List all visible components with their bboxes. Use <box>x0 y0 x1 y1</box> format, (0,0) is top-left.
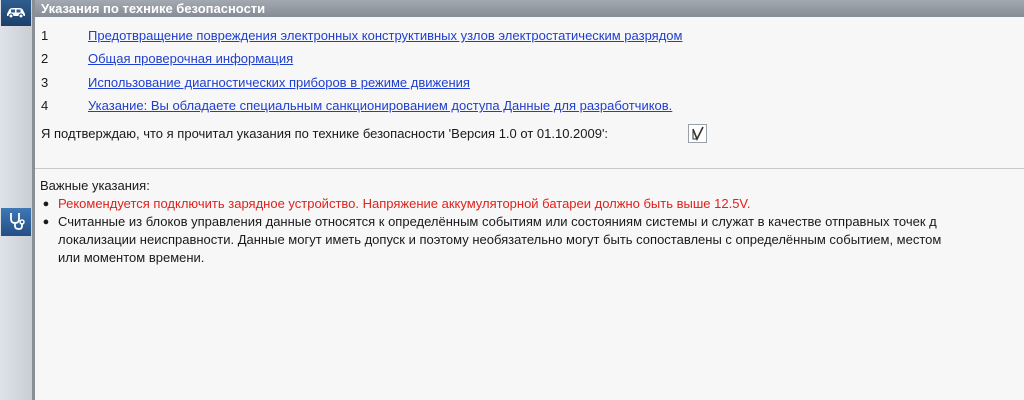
vehicle-button[interactable] <box>1 0 31 26</box>
confirm-checkbox[interactable] <box>688 124 707 143</box>
notes-title: Важные указания: <box>40 178 150 193</box>
confirmation-text: Я подтверждаю, что я прочитал указания п… <box>41 126 609 141</box>
check-mark-icon <box>689 126 706 145</box>
safety-link-developer-access[interactable]: Указание: Вы обладаете специальным санкц… <box>88 97 672 115</box>
safety-link-general-check[interactable]: Общая проверочная информация <box>88 50 293 68</box>
safety-link-electrostatic[interactable]: Предотвращение повреждения электронных к… <box>88 27 682 45</box>
note-text-line: или моментом времени. <box>58 250 205 265</box>
item-number: 1 <box>41 28 49 43</box>
page-title: Указания по технике безопасности <box>35 0 1024 17</box>
section-divider <box>35 168 1024 169</box>
car-icon <box>5 5 27 22</box>
bullet-icon: ● <box>42 216 50 228</box>
note-text-line: Считанные из блоков управления данные от… <box>58 214 937 229</box>
item-number: 4 <box>41 98 49 113</box>
safety-content: 1 Предотвращение повреждения электронных… <box>35 17 1024 400</box>
note-text-line: локализации неисправности. Данные могут … <box>58 232 942 247</box>
stethoscope-icon <box>7 211 25 234</box>
item-number: 2 <box>41 51 49 66</box>
left-toolbar <box>0 0 33 400</box>
bullet-icon: ● <box>42 198 50 210</box>
item-number: 3 <box>41 75 49 90</box>
safety-link-driving-mode[interactable]: Использование диагностических приборов в… <box>88 74 470 92</box>
note-text: Рекомендуется подключить зарядное устрой… <box>58 196 751 211</box>
diagnosis-button[interactable] <box>1 208 31 236</box>
